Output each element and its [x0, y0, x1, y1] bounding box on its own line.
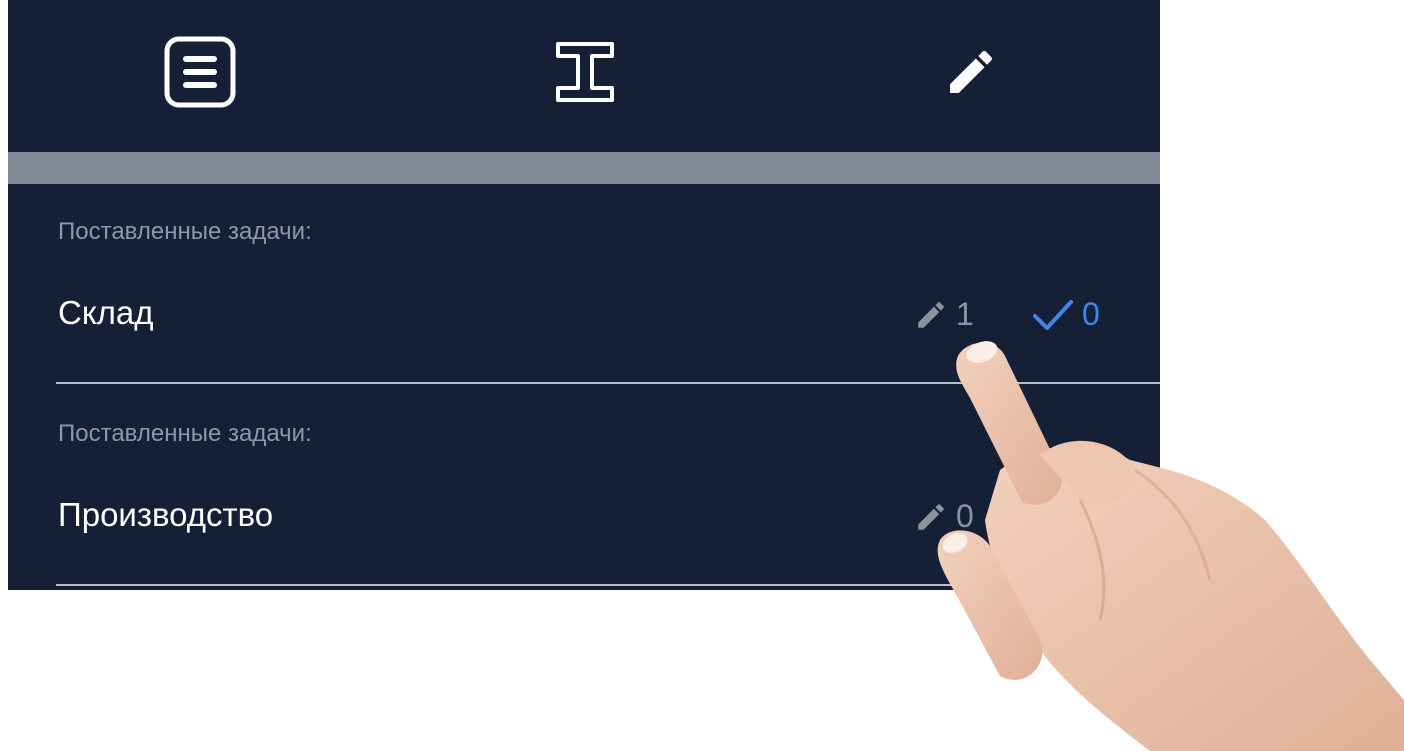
done-count-value: 0 [1082, 296, 1100, 332]
row-divider [56, 382, 1160, 384]
pencil-icon [950, 50, 993, 93]
edit-count-value: 1 [956, 296, 974, 332]
task-name: Производство [58, 496, 274, 533]
app-screen: Поставленные задачи: Склад 1 0 Поставлен… [8, 0, 1160, 590]
task-caption: Поставленные задачи: [58, 218, 312, 245]
text-cursor-icon [556, 42, 614, 102]
edit-counter: 0 [914, 498, 974, 535]
pencil-icon [918, 301, 944, 328]
task-row-proizvodstvo[interactable]: Поставленные задачи: Производство 0 [8, 386, 1160, 586]
task-name: Склад [58, 294, 154, 331]
list-button[interactable] [160, 32, 240, 112]
task-row-sklad[interactable]: Поставленные задачи: Склад 1 0 [8, 184, 1160, 384]
edit-counter: 1 [914, 296, 974, 333]
edit-button[interactable] [931, 32, 1011, 112]
check-icon [1033, 299, 1073, 330]
edit-count-value: 0 [956, 498, 974, 534]
pencil-icon [918, 503, 944, 530]
toolbar [8, 0, 1160, 152]
done-counter: 0 [1032, 296, 1100, 333]
stage: Поставленные задачи: Склад 1 0 Поставлен… [0, 0, 1404, 751]
text-cursor-button[interactable] [545, 32, 625, 112]
task-caption: Поставленные задачи: [58, 420, 312, 447]
list-icon [164, 36, 236, 108]
section-divider [8, 152, 1160, 184]
row-divider [56, 584, 1160, 586]
